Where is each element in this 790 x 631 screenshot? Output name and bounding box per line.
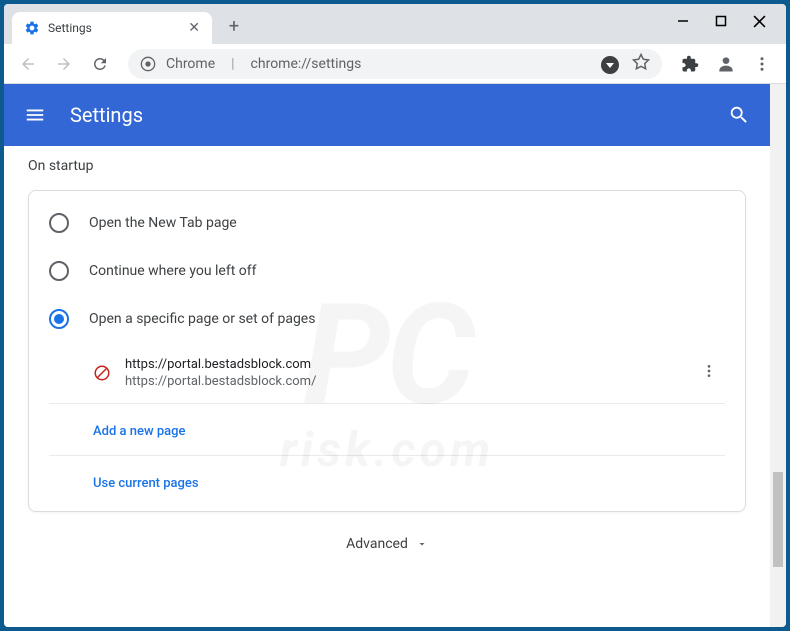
window-close-button[interactable] [752, 14, 766, 28]
minimize-button[interactable] [676, 14, 690, 28]
radio-continue[interactable]: Continue where you left off [49, 247, 725, 295]
radio-label: Open the New Tab page [89, 215, 237, 231]
reload-button[interactable] [84, 48, 116, 80]
radio-label: Open a specific page or set of pages [89, 311, 315, 327]
chevron-down-icon [416, 538, 428, 550]
startup-page-url: https://portal.bestadsblock.com/ [125, 374, 679, 389]
new-tab-button[interactable]: + [220, 12, 248, 40]
titlebar: Settings ✕ + [4, 4, 786, 44]
advanced-label: Advanced [346, 536, 408, 552]
hamburger-icon[interactable] [24, 104, 46, 126]
page-more-icon[interactable] [693, 355, 725, 391]
page-favicon [93, 364, 111, 382]
unknown-circle-icon[interactable] [594, 49, 626, 81]
gear-icon [24, 20, 40, 36]
maximize-button[interactable] [714, 14, 728, 28]
close-icon[interactable]: ✕ [188, 20, 200, 36]
scroll-thumb[interactable] [773, 472, 783, 567]
chrome-icon [140, 56, 156, 72]
toolbar: Chrome | chrome://settings [4, 44, 786, 84]
radio-icon [49, 213, 69, 233]
radio-label: Continue where you left off [89, 263, 257, 279]
omnibox-origin: Chrome [166, 56, 215, 72]
section-title: On startup [28, 158, 746, 174]
radio-specific-pages[interactable]: Open a specific page or set of pages [49, 295, 725, 343]
startup-card: Open the New Tab page Continue where you… [28, 190, 746, 512]
radio-new-tab[interactable]: Open the New Tab page [49, 199, 725, 247]
use-current-pages-link[interactable]: Use current pages [93, 476, 199, 491]
forward-button[interactable] [48, 48, 80, 80]
radio-icon [49, 309, 69, 329]
radio-icon [49, 261, 69, 281]
omnibox-url: chrome://settings [251, 56, 362, 72]
profile-icon[interactable] [710, 48, 742, 80]
startup-page-title: https://portal.bestadsblock.com [125, 357, 679, 372]
settings-content: PC risk.com Settings On startup Open the… [4, 84, 770, 627]
bookmark-star-icon[interactable] [632, 53, 650, 75]
browser-tab[interactable]: Settings ✕ [12, 12, 212, 44]
back-button[interactable] [12, 48, 44, 80]
omnibox-divider: | [231, 56, 234, 72]
search-icon[interactable] [728, 104, 750, 126]
page-title: Settings [70, 103, 704, 127]
extensions-icon[interactable] [674, 48, 706, 80]
advanced-toggle[interactable]: Advanced [28, 512, 746, 560]
add-page-link[interactable]: Add a new page [93, 424, 185, 439]
omnibox[interactable]: Chrome | chrome://settings [128, 49, 662, 79]
scrollbar[interactable] [770, 84, 786, 627]
chrome-menu-icon[interactable] [746, 48, 778, 80]
startup-page-entry: https://portal.bestadsblock.com https://… [49, 343, 725, 404]
settings-header: Settings [4, 84, 770, 146]
tab-title: Settings [48, 21, 92, 35]
